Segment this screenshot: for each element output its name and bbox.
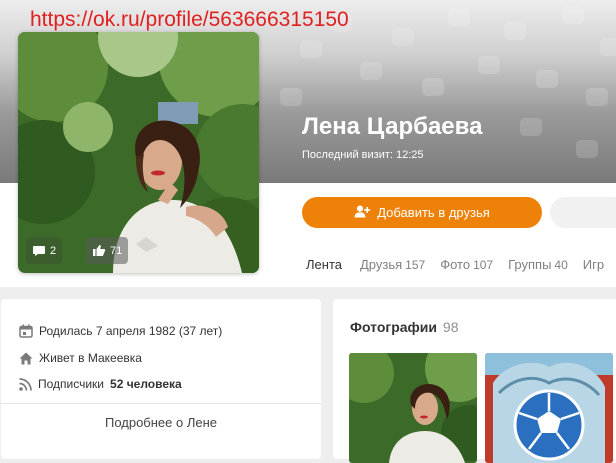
rss-icon	[19, 377, 32, 391]
tab-photos-count: 107	[473, 258, 494, 272]
comment-icon	[32, 245, 46, 257]
birthday-text: Родилась 7 апреля 1982 (37 лет)	[39, 324, 223, 338]
tab-groups-label: Группы	[508, 257, 552, 272]
photos-heading[interactable]: Фотографии 98	[350, 318, 458, 336]
more-actions-button[interactable]	[550, 197, 616, 228]
avatar-card[interactable]: 2 71	[18, 32, 259, 273]
calendar-icon	[19, 324, 33, 338]
tab-friends-count: 157	[405, 258, 426, 272]
followers-count: 52 человека	[110, 377, 182, 391]
tab-photos-label: Фото	[440, 257, 471, 272]
followers-label: Подписчики	[38, 377, 105, 391]
location-text[interactable]: Живет в Макеевка	[39, 350, 142, 366]
add-user-icon	[354, 205, 371, 221]
photos-card: Фотографии 98	[333, 299, 616, 463]
birthday-row: Родилась 7 апреля 1982 (37 лет)	[19, 323, 222, 339]
tab-games-label: Игр	[582, 257, 605, 272]
tab-groups-count: 40	[554, 258, 568, 272]
comments-badge[interactable]: 2	[26, 237, 63, 264]
profile-name-block: Лена Царбаева Последний визит: 12:25	[302, 112, 482, 162]
photos-count: 98	[442, 319, 459, 335]
photo-thumbnail[interactable]	[485, 353, 613, 463]
tab-feed-label: Лента	[306, 257, 342, 272]
tab-friends[interactable]: Друзья 157	[360, 256, 425, 274]
add-friend-label: Добавить в друзья	[377, 205, 490, 220]
tab-games[interactable]: Игр	[583, 256, 607, 274]
comments-count: 2	[50, 244, 57, 257]
followers-row[interactable]: Подписчики 52 человека	[19, 376, 182, 392]
more-about-link[interactable]: Подробнее о Лене	[1, 415, 321, 430]
likes-badge[interactable]: 71	[86, 237, 129, 264]
profile-name: Лена Царбаева	[302, 113, 483, 140]
tab-groups[interactable]: Группы 40	[508, 256, 568, 274]
profile-url-overlay: https://ok.ru/profile/563666315150	[30, 8, 349, 31]
info-divider	[1, 403, 321, 404]
tab-friends-label: Друзья	[359, 257, 403, 272]
last-visit: Последний визит: 12:25	[302, 149, 424, 161]
photos-title: Фотографии	[350, 319, 438, 335]
tab-feed[interactable]: Лента	[306, 256, 345, 274]
profile-tabs: Лента Друзья 157 Фото 107 Группы 40 Игр	[306, 256, 616, 274]
like-icon	[92, 244, 106, 257]
profile-info-card: Родилась 7 апреля 1982 (37 лет) Живет в …	[1, 299, 321, 459]
soccer-ball-icon	[513, 389, 585, 461]
location-row: Живет в Макеевка	[19, 350, 142, 366]
tab-photos[interactable]: Фото 107	[440, 256, 493, 274]
add-friend-button[interactable]: Добавить в друзья	[302, 197, 542, 228]
home-icon	[19, 352, 33, 365]
photo-thumbnail[interactable]	[349, 353, 477, 463]
likes-count: 71	[110, 244, 123, 257]
